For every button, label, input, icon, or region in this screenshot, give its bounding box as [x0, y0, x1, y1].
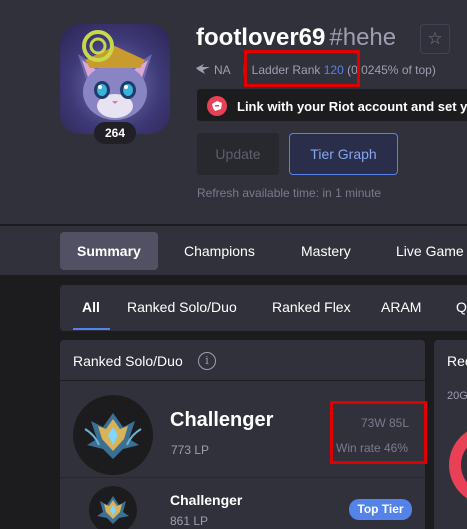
recent-games-card: Rec 20G: [434, 340, 467, 529]
queue-all[interactable]: All: [82, 299, 100, 315]
ladder-rank-percent: (0.0245% of top): [347, 63, 436, 77]
queue-aram[interactable]: ARAM: [381, 299, 421, 315]
highlight-box-ladder-rank: [244, 50, 360, 87]
peak-challenger-emblem-icon: [89, 486, 137, 529]
riot-link-banner[interactable]: Link with your Riot account and set your: [196, 88, 467, 122]
queue-active-underline: [73, 328, 110, 330]
profile-nav-tabs: Summary Champions Mastery Live Game: [0, 225, 467, 275]
queue-ranked-solo-duo[interactable]: Ranked Solo/Duo: [127, 299, 237, 315]
peak-tier-lp: 861 LP: [170, 514, 209, 528]
ranked-card-title: Ranked Solo/Duo: [73, 353, 183, 369]
tab-champions[interactable]: Champions: [167, 232, 272, 270]
level-badge: 264: [94, 122, 136, 144]
winrate-donut: [449, 425, 467, 505]
tab-mastery[interactable]: Mastery: [284, 232, 368, 270]
profile-avatar: [60, 24, 170, 134]
wing-icon: [196, 63, 210, 77]
tab-live-game[interactable]: Live Game: [379, 232, 467, 270]
refresh-timer-text: Refresh available time: in 1 minute: [197, 186, 382, 200]
star-icon: ☆: [427, 29, 443, 48]
ranked-card-divider: [60, 477, 425, 478]
ranked-card-header: Ranked Solo/Duo i: [60, 340, 425, 381]
peak-tier-name: Challenger: [170, 492, 243, 508]
info-icon[interactable]: i: [198, 352, 216, 370]
challenger-emblem-icon: [73, 395, 153, 475]
riot-fist-icon: [207, 96, 227, 116]
summoner-name: footlover69: [196, 24, 326, 51]
update-button[interactable]: Update: [197, 133, 279, 175]
tier-graph-button[interactable]: Tier Graph: [289, 133, 398, 175]
recent-card-subtitle: 20G: [447, 390, 467, 402]
top-tier-badge: Top Tier: [349, 499, 412, 520]
current-tier-lp: 773 LP: [171, 443, 210, 457]
queue-more[interactable]: Q: [456, 299, 467, 315]
recent-card-title: Rec: [447, 353, 467, 369]
tab-summary[interactable]: Summary: [60, 232, 158, 270]
highlight-box-win-rate: [330, 401, 427, 464]
queue-ranked-flex[interactable]: Ranked Flex: [272, 299, 351, 315]
riot-link-text: Link with your Riot account and set your: [237, 99, 467, 114]
favorite-button[interactable]: ☆: [420, 24, 450, 54]
queue-filter-bar: All Ranked Solo/Duo Ranked Flex ARAM Q: [60, 285, 467, 331]
current-tier-name: Challenger: [170, 409, 274, 431]
yuumi-portrait-icon: [78, 30, 152, 134]
region-label: NA: [214, 63, 231, 77]
summoner-tag: #hehe: [329, 24, 397, 51]
